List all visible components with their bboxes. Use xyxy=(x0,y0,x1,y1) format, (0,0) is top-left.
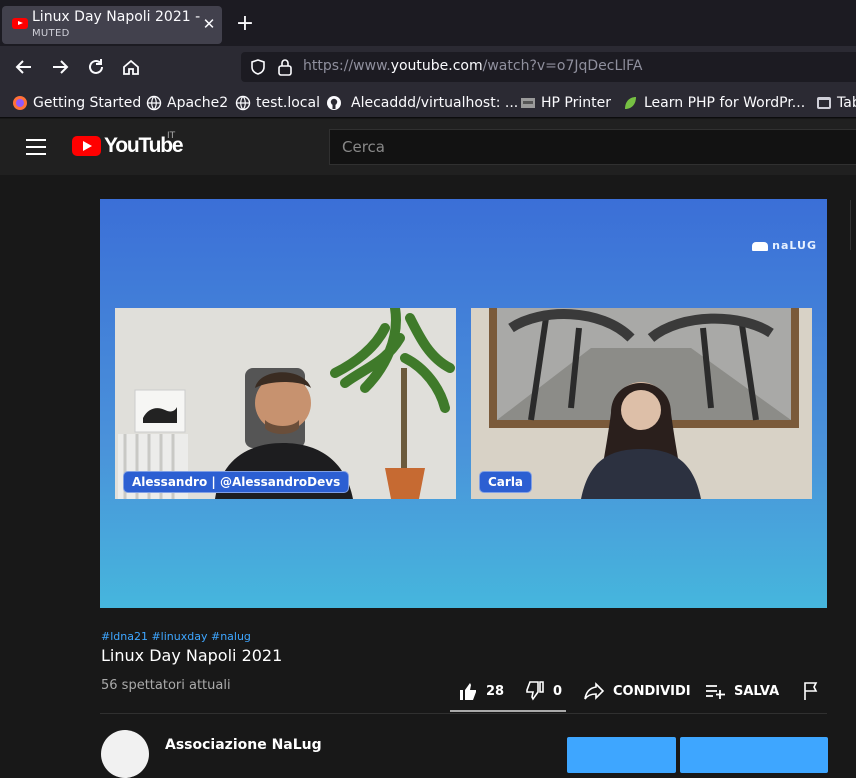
scrollbar[interactable] xyxy=(850,200,856,250)
bookmark-apache2[interactable]: Apache2 xyxy=(146,94,228,112)
subscribe-button[interactable] xyxy=(680,737,828,773)
video-title: Linux Day Napoli 2021 xyxy=(101,646,283,665)
dislike-count: 0 xyxy=(553,683,563,699)
github-icon xyxy=(327,96,341,110)
bookmark-tab[interactable]: Tab xyxy=(816,94,856,112)
country-code: IT xyxy=(167,131,176,141)
video-brand-logo: naLUG xyxy=(752,239,817,252)
speaker-2-label: Carla xyxy=(479,471,533,493)
lock-icon[interactable] xyxy=(277,58,293,76)
speaker-1-label: Alessandro | @AlessandroDevs xyxy=(123,471,350,493)
new-tab-icon[interactable]: + xyxy=(234,13,256,35)
viewer-count: 56 spettatori attuali xyxy=(101,678,231,693)
search-placeholder: Cerca xyxy=(342,138,385,156)
youtube-play-icon xyxy=(72,136,101,156)
like-ratio-bar xyxy=(450,710,566,712)
globe-icon xyxy=(146,95,162,111)
speaker-2-feed: Carla xyxy=(471,308,812,499)
elephant-icon xyxy=(752,241,769,251)
bookmark-github-virtualhost[interactable]: Alecaddd/virtualhost: ... xyxy=(326,94,518,112)
share-label: CONDIVIDI xyxy=(613,683,691,699)
tab-title: Linux Day Napoli 2021 - YouTube xyxy=(32,9,200,25)
like-button[interactable]: 28 xyxy=(458,680,504,702)
home-icon[interactable] xyxy=(120,56,142,78)
cups-icon xyxy=(521,98,535,108)
url-prefix: https://www. xyxy=(303,58,391,74)
address-bar[interactable]: https://www.youtube.com/watch?v=o7JqDecL… xyxy=(241,52,856,82)
browser-tab[interactable]: Linux Day Napoli 2021 - YouTube MUTED ✕ xyxy=(2,6,222,44)
thumbs-up-icon xyxy=(460,683,476,700)
bookmark-label: Apache2 xyxy=(167,95,229,111)
bookmark-label: Tab xyxy=(837,95,856,111)
globe-icon xyxy=(235,95,251,111)
save-label: SALVA xyxy=(734,683,780,699)
thumbs-down-icon xyxy=(526,681,544,701)
bookmark-label: Getting Started xyxy=(33,95,142,111)
bookmark-getting-started[interactable]: Getting Started xyxy=(12,94,141,112)
url-path: /watch?v=o7JqDecLlFA xyxy=(482,58,643,74)
youtube-header: YouTube IT Cerca xyxy=(0,119,856,175)
bookmark-label: test.local xyxy=(256,95,320,111)
url-text[interactable]: https://www.youtube.com/watch?v=o7JqDecL… xyxy=(303,58,643,74)
bookmark-test-local[interactable]: test.local xyxy=(235,94,320,112)
join-button[interactable] xyxy=(567,737,676,773)
url-domain: youtube.com xyxy=(390,58,483,74)
firefox-icon xyxy=(13,96,27,110)
shield-icon[interactable] xyxy=(249,58,267,76)
leaf-icon xyxy=(625,97,636,109)
channel-avatar[interactable] xyxy=(101,730,149,778)
channel-name[interactable]: Associazione NaLug xyxy=(165,737,322,753)
video-player[interactable]: naLUG Alessandro | @AlessandroDevs Carla xyxy=(100,199,827,608)
like-count: 28 xyxy=(486,683,505,699)
menu-icon[interactable] xyxy=(26,139,46,155)
search-input[interactable]: Cerca xyxy=(329,129,856,165)
bookmark-hp-printer[interactable]: HP Printer xyxy=(520,94,611,112)
report-button[interactable] xyxy=(801,680,821,702)
tab-bar: Linux Day Napoli 2021 - YouTube MUTED ✕ … xyxy=(0,0,856,46)
bookmarks-toolbar: Getting Started Apache2 test.local Aleca… xyxy=(0,88,856,118)
save-button[interactable]: SALVA xyxy=(704,680,779,702)
reload-icon[interactable] xyxy=(85,56,107,78)
section-divider xyxy=(100,713,827,714)
bookmark-learn-php[interactable]: Learn PHP for WordPr... xyxy=(622,94,805,112)
back-icon[interactable] xyxy=(13,56,35,78)
speaker-1-feed: Alessandro | @AlessandroDevs xyxy=(115,308,456,499)
bookmark-label: Alecaddd/virtualhost: ... xyxy=(351,95,519,111)
forward-icon[interactable] xyxy=(49,56,71,78)
dislike-button[interactable]: 0 xyxy=(525,680,562,702)
youtube-favicon-icon xyxy=(12,18,28,29)
add-to-playlist-icon xyxy=(706,685,725,699)
bookmark-label: HP Printer xyxy=(541,95,611,111)
tab-muted-label[interactable]: MUTED xyxy=(32,28,70,39)
tab-icon xyxy=(817,97,831,109)
share-button[interactable]: CONDIVIDI xyxy=(583,680,691,702)
video-hashtags[interactable]: #ldna21 #linuxday #nalug xyxy=(101,630,251,643)
navigation-toolbar: https://www.youtube.com/watch?v=o7JqDecL… xyxy=(0,46,856,88)
close-tab-icon[interactable]: ✕ xyxy=(200,15,218,33)
share-icon xyxy=(584,682,605,700)
flag-icon xyxy=(804,682,818,700)
video-brand-text: naLUG xyxy=(772,239,817,252)
bookmark-label: Learn PHP for WordPr... xyxy=(644,95,806,111)
